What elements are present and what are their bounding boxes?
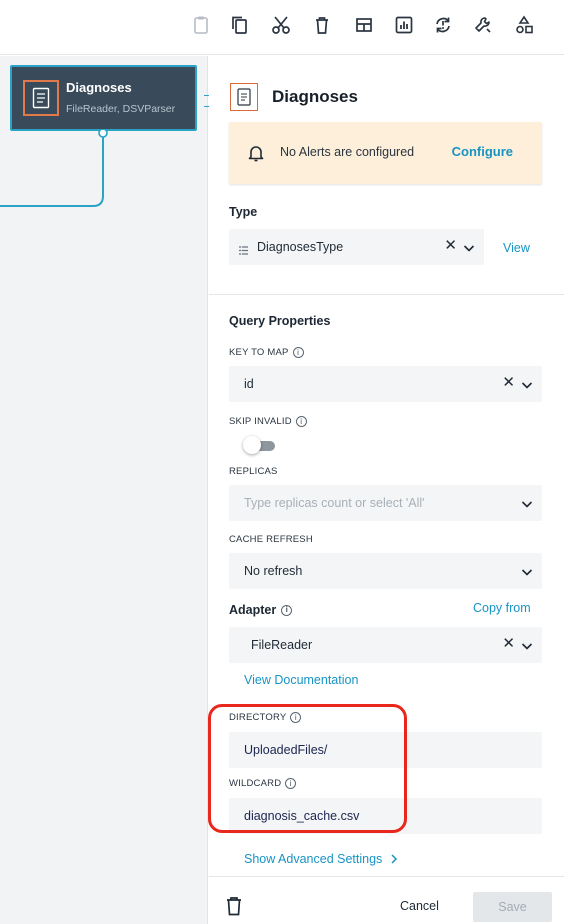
info-icon[interactable]: i [281,604,293,616]
section-divider [209,294,564,295]
delete-node-trash-icon[interactable] [225,896,243,916]
configure-alerts-link[interactable]: Configure [452,144,513,159]
chevron-down-icon[interactable] [521,565,533,577]
adapter-select[interactable]: FileReader ✕ [229,627,542,663]
document-icon [230,83,258,111]
type-label: Type [229,205,258,219]
directory-label: DIRECTORY i [229,712,302,723]
query-properties-heading: Query Properties [229,314,331,328]
show-advanced-settings-text: Show Advanced Settings [244,852,383,866]
toolbar [0,0,564,55]
adapter-label-text: Adapter [229,603,277,617]
chevron-down-icon[interactable] [463,241,475,253]
skip-invalid-label: SKIP INVALID i [229,416,307,427]
info-icon[interactable]: i [295,416,307,427]
node-subtitle: FileReader, DSVParser [66,103,176,115]
trash-icon[interactable] [311,14,333,36]
copy-from-link[interactable]: Copy from [473,601,531,615]
skip-invalid-label-text: SKIP INVALID [229,416,292,427]
info-icon[interactable]: i [290,712,302,723]
panel-header: Diagnoses [230,82,358,112]
chevron-down-icon[interactable] [521,497,533,509]
wildcard-input[interactable]: diagnosis_cache.csv [229,798,542,834]
cache-refresh-select[interactable]: No refresh [229,553,542,589]
replicas-label: REPLICAS [229,466,278,477]
table-icon[interactable] [353,14,375,36]
directory-value: UploadedFiles/ [244,743,328,757]
wildcard-label: WILDCARD i [229,778,297,789]
view-documentation-link[interactable]: View Documentation [244,673,358,687]
adapter-label: Adapter i [229,603,293,617]
properties-panel: Diagnoses No Alerts are configured Confi… [208,56,564,924]
panel-title: Diagnoses [272,87,358,106]
info-icon[interactable]: i [292,347,304,358]
info-icon[interactable]: i [285,778,297,789]
key-to-map-label-text: KEY TO MAP [229,347,289,358]
clear-icon[interactable]: ✕ [502,636,515,651]
save-button[interactable]: Save [473,892,552,922]
alerts-banner: No Alerts are configured Configure [229,122,542,184]
key-to-map-value: id [244,377,254,391]
panel-footer: Cancel Save [209,876,564,924]
replicas-placeholder: Type replicas count or select 'All' [244,496,425,510]
clipboard-icon[interactable] [190,14,212,36]
type-select[interactable]: DiagnosesType ✕ [229,229,484,265]
show-advanced-settings-link[interactable]: Show Advanced Settings [244,852,398,866]
chevron-down-icon[interactable] [521,639,533,651]
adapter-value: FileReader [251,638,313,652]
chart-icon[interactable] [393,14,415,36]
clear-icon[interactable]: ✕ [444,238,457,253]
scissors-icon[interactable] [270,14,292,36]
wrench-icon[interactable] [472,14,494,36]
toggle-knob [243,436,261,454]
chevron-down-icon[interactable] [521,378,533,390]
flow-canvas[interactable]: Diagnoses FileReader, DSVParser [0,56,214,924]
wildcard-label-text: WILDCARD [229,778,282,789]
directory-label-text: DIRECTORY [229,712,287,723]
key-to-map-select[interactable]: id ✕ [229,366,542,402]
type-value: DiagnosesType [257,240,344,254]
refresh-icon[interactable] [432,14,454,36]
clear-icon[interactable]: ✕ [502,375,515,390]
copy-icon[interactable] [229,14,251,36]
replicas-select[interactable]: Type replicas count or select 'All' [229,485,542,521]
list-icon [239,242,248,255]
cache-refresh-label: CACHE REFRESH [229,534,313,545]
node-connector [0,130,108,207]
app-window: Diagnoses FileReader, DSVParser Diagnose… [0,0,564,924]
diagnoses-node[interactable]: Diagnoses FileReader, DSVParser [10,65,214,131]
document-icon [23,80,59,116]
node-title: Diagnoses [66,80,132,95]
skip-invalid-toggle[interactable] [243,436,277,454]
directory-input[interactable]: UploadedFiles/ [229,732,542,768]
alerts-message: No Alerts are configured [280,145,415,159]
cache-refresh-value: No refresh [244,564,303,578]
cancel-button[interactable]: Cancel [400,899,439,913]
view-type-link[interactable]: View [503,241,530,255]
shapes-icon[interactable] [513,14,535,36]
wildcard-value: diagnosis_cache.csv [244,809,360,823]
key-to-map-label: KEY TO MAP i [229,347,304,358]
chevron-right-icon [391,854,398,864]
bell-icon [247,144,265,162]
